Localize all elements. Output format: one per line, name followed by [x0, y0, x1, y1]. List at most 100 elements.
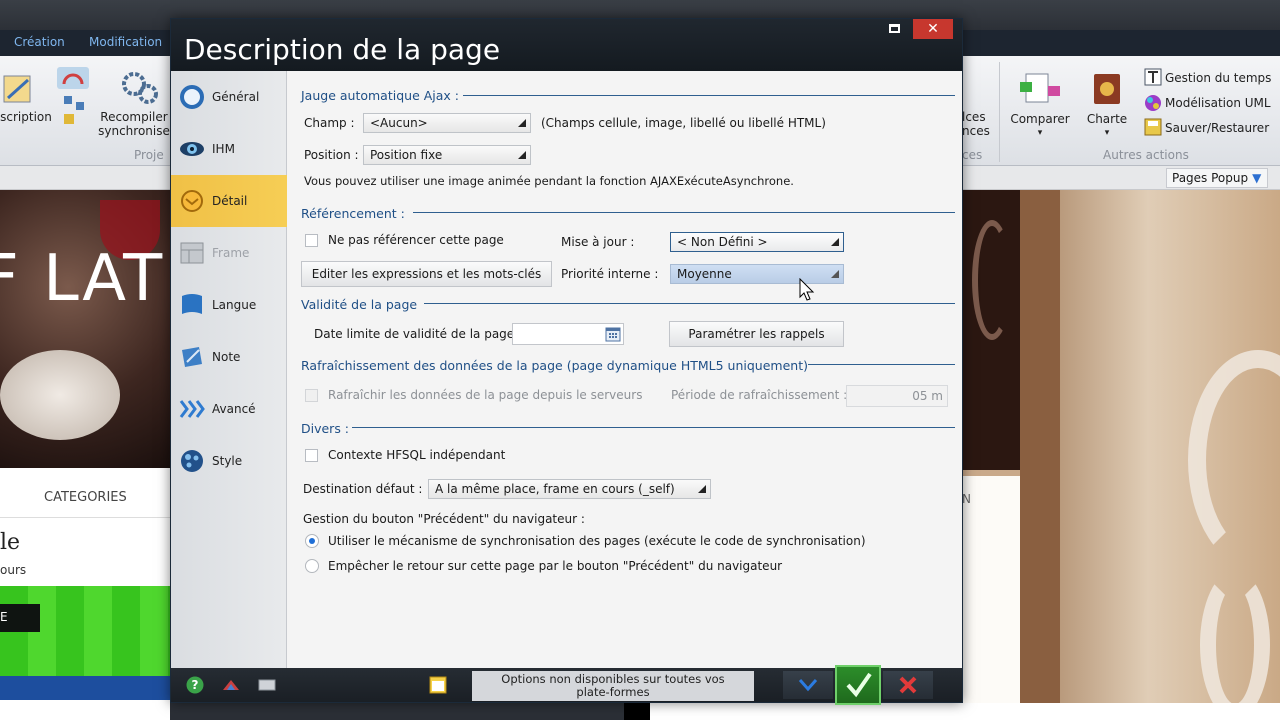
platforms-icon[interactable]: [222, 676, 240, 694]
compare-dropdown-icon[interactable]: ▾: [1036, 126, 1044, 140]
detail-icon: [181, 190, 203, 212]
save-restore-icon[interactable]: [1144, 118, 1162, 136]
dialog-titlebar[interactable]: Description de la page ✕: [171, 19, 962, 71]
nces-line1: lces: [962, 110, 986, 124]
nav-item-general[interactable]: Général: [171, 71, 287, 123]
recompile-label: Recompiler synchronise: [96, 110, 172, 138]
nav-item-avance[interactable]: Avancé: [171, 383, 287, 435]
project-tools-icon[interactable]: [56, 66, 90, 126]
platform-note-line2: plate-formes: [576, 685, 650, 699]
group-projet-label: Proje: [134, 148, 164, 162]
dialog-footer: ? Options non disponibles sur toutes vos…: [171, 665, 962, 705]
cancel-x-icon: [899, 676, 917, 694]
close-icon: ✕: [927, 21, 939, 37]
priorite-label: Priorité interne :: [561, 267, 659, 281]
description-icon[interactable]: [2, 74, 34, 106]
nav-label-general: Général: [212, 90, 260, 104]
maj-dropdown[interactable]: < Non Défini >: [670, 232, 844, 252]
warning-panel-icon[interactable]: [429, 676, 447, 694]
help-icon[interactable]: ?: [186, 676, 204, 694]
time-management-icon[interactable]: [1144, 68, 1162, 86]
position-label: Position :: [304, 148, 359, 162]
maximize-icon: [888, 24, 900, 33]
close-button[interactable]: ✕: [913, 19, 953, 39]
nav-label-detail: Détail: [212, 194, 248, 208]
section-jauge-line: [463, 95, 955, 96]
swirl-ornament: [1188, 350, 1280, 570]
pages-popup-dropdown[interactable]: Pages Popup ▼: [1166, 168, 1268, 188]
section-rafraichissement-title: Rafraîchissement des données de la page …: [301, 358, 808, 373]
canvas-right-preview: N: [962, 190, 1280, 720]
swirl-ornament-lower: [1200, 570, 1270, 720]
destination-value: A la même place, frame en cours (_self): [435, 482, 675, 496]
position-dropdown[interactable]: Position fixe: [363, 145, 531, 165]
compare-icon[interactable]: [1020, 72, 1060, 108]
dropdown-arrow-icon: [831, 270, 839, 278]
tan-panel: [1020, 190, 1060, 720]
block-back-radio[interactable]: [305, 559, 319, 573]
nav-item-note[interactable]: Note: [171, 331, 287, 383]
sync-mechanism-radio[interactable]: [305, 534, 319, 548]
menu-creation[interactable]: Création: [14, 35, 65, 49]
eye-icon: [180, 142, 204, 156]
categories-link[interactable]: CATEGORIES: [44, 490, 127, 505]
no-ref-label: Ne pas référencer cette page: [328, 233, 504, 247]
keyboard-icon[interactable]: [258, 676, 276, 694]
nav-item-style[interactable]: Style: [171, 435, 287, 487]
charte-icon[interactable]: [1092, 72, 1122, 106]
charte-dropdown-icon[interactable]: ▾: [1103, 126, 1111, 140]
nav-label-langue: Langue: [212, 298, 257, 312]
svg-text:?: ?: [192, 678, 199, 692]
refresh-checkbox[interactable]: [305, 389, 318, 402]
chevrons-icon: [179, 400, 205, 418]
gears-icon[interactable]: [120, 70, 160, 106]
section-divers-title: Divers :: [301, 421, 350, 436]
gestion-temps-label[interactable]: Gestion du temps: [1165, 71, 1271, 85]
periode-value: 05 m: [912, 389, 943, 403]
section-divers-line: [352, 427, 955, 428]
dark-panel: [962, 190, 1020, 470]
platform-note: Options non disponibles sur toutes vos p…: [472, 671, 754, 701]
banner-button[interactable]: E: [0, 604, 40, 632]
nav-item-frame[interactable]: Frame: [171, 227, 287, 279]
section-validite-line: [424, 303, 955, 304]
cancel-button[interactable]: [883, 671, 933, 699]
hfsql-checkbox[interactable]: [305, 449, 318, 462]
menu-modification[interactable]: Modification: [89, 35, 162, 49]
calendar-icon[interactable]: [605, 326, 621, 342]
dropdown-arrow-icon: [698, 485, 706, 493]
nav-item-ihm[interactable]: IHM: [171, 123, 287, 175]
parametrer-rappels-button[interactable]: Paramétrer les rappels: [669, 321, 844, 347]
nav-fragment[interactable]: N: [962, 492, 971, 506]
recompile-label-line1: Recompiler: [100, 110, 168, 124]
champ-dropdown[interactable]: <Aucun>: [363, 113, 531, 133]
priorite-dropdown[interactable]: Moyenne: [670, 264, 844, 284]
destination-dropdown[interactable]: A la même place, frame en cours (_self): [428, 479, 711, 499]
uml-icon[interactable]: [1144, 94, 1162, 112]
checkmark-icon: [846, 672, 872, 698]
nces-line2: nces: [962, 124, 990, 138]
edit-expressions-button[interactable]: Editer les expressions et les mots-clés: [301, 261, 552, 287]
sauver-restaurer-label[interactable]: Sauver/Restaurer: [1165, 121, 1269, 135]
nav-item-langue[interactable]: Langue: [171, 279, 287, 331]
frame-icon: [180, 242, 204, 264]
maximize-button[interactable]: [877, 19, 911, 39]
periode-input[interactable]: 05 m: [846, 385, 948, 407]
mouse-cursor-icon: [799, 278, 815, 301]
more-options-button[interactable]: [783, 671, 833, 699]
champ-label: Champ :: [304, 116, 355, 130]
modelisation-uml-label[interactable]: Modélisation UML: [1165, 96, 1271, 110]
canvas-left-preview: F LAT CATEGORIES le ours E: [0, 190, 170, 720]
champ-hint: (Champs cellule, image, libellé ou libel…: [541, 116, 826, 130]
nav-label-avance: Avancé: [212, 402, 256, 416]
no-ref-checkbox[interactable]: [305, 234, 318, 247]
recompile-label-line2: synchronise: [98, 124, 170, 138]
chevron-down-icon: [798, 679, 818, 692]
date-limite-input[interactable]: [512, 323, 624, 345]
dropdown-arrow-icon: [518, 119, 526, 127]
pages-popup-label: Pages Popup: [1172, 171, 1249, 185]
nav-item-detail[interactable]: Détail: [171, 175, 287, 227]
validate-button[interactable]: [835, 665, 881, 705]
precedent-label: Gestion du bouton "Précédent" du navigat…: [303, 512, 585, 526]
charte-label: Charte: [1086, 112, 1128, 126]
